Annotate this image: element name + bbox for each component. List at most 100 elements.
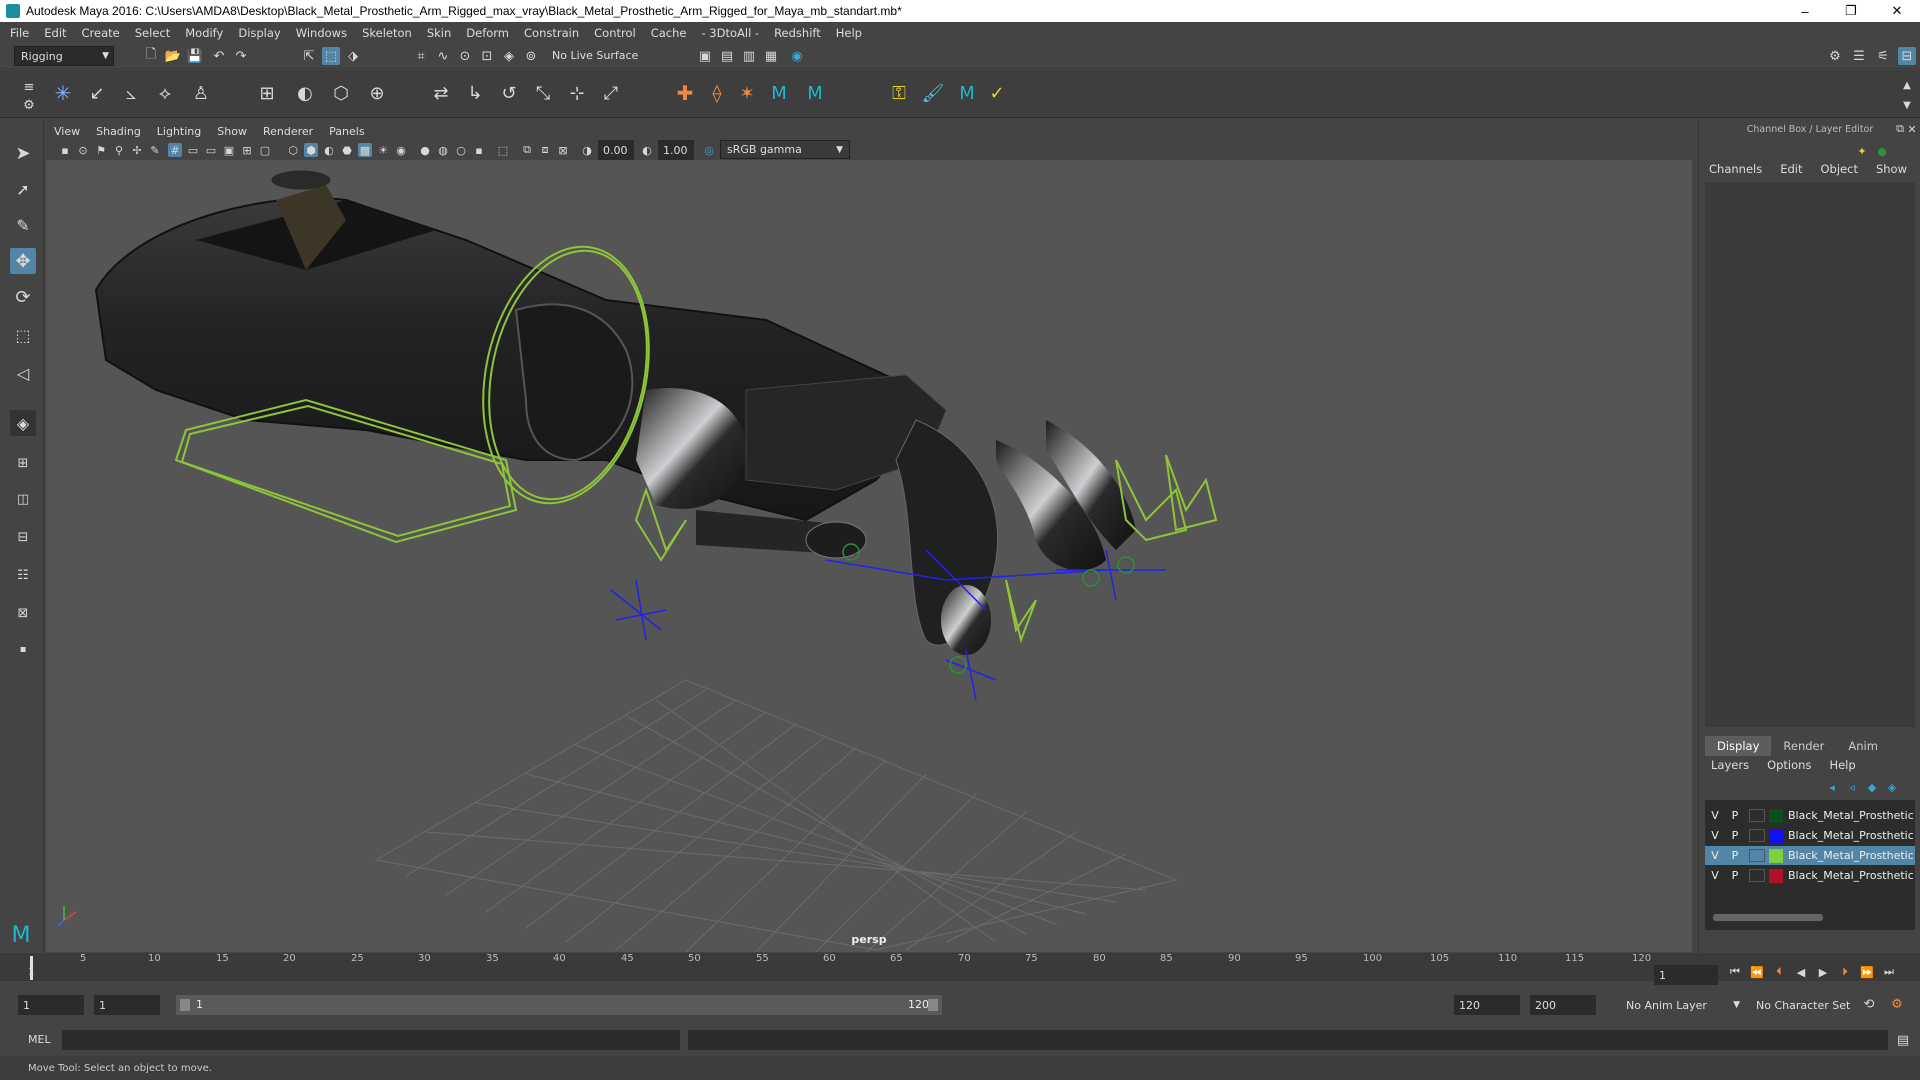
persp-graph-layout-icon[interactable]: ⊟ xyxy=(10,524,36,550)
move-layer-down-icon[interactable]: ◃ xyxy=(1845,780,1859,794)
lasso-tool-icon[interactable]: ➚ xyxy=(12,178,34,200)
layers-menu[interactable]: Layers xyxy=(1711,758,1749,772)
layer-display-type[interactable] xyxy=(1749,829,1765,842)
viewport-menu-lighting[interactable]: Lighting xyxy=(157,125,201,138)
go-to-end-icon[interactable]: ⏭ xyxy=(1882,965,1896,979)
constraint-parent-icon[interactable]: ⇄ xyxy=(432,83,450,104)
channel-box-body[interactable] xyxy=(1705,182,1915,727)
constraint-orient-icon[interactable]: ↺ xyxy=(500,83,518,104)
menu-help[interactable]: Help xyxy=(836,26,862,40)
menu-select[interactable]: Select xyxy=(135,26,170,40)
layer-color-swatch[interactable] xyxy=(1769,808,1783,823)
shelf-settings-icon[interactable]: ⚙ xyxy=(20,96,38,114)
play-forwards-icon[interactable]: ▶ xyxy=(1816,965,1830,979)
two-d-pan-icon[interactable]: ✢ xyxy=(130,143,144,157)
locator-icon[interactable]: ✚ xyxy=(676,81,694,105)
open-scene-icon[interactable]: 📂 xyxy=(164,47,182,65)
range-start-handle[interactable] xyxy=(180,999,190,1011)
depth-of-field-icon[interactable]: ▪ xyxy=(472,143,486,157)
gate-mask-icon[interactable]: ▣ xyxy=(222,143,236,157)
resolution-gate-icon[interactable]: ▭ xyxy=(204,143,218,157)
maya-script-icon[interactable]: M xyxy=(958,83,976,104)
layer-playback[interactable]: P xyxy=(1725,849,1745,862)
live-surface-label[interactable]: No Live Surface xyxy=(552,49,638,62)
layer-playback[interactable]: P xyxy=(1725,829,1745,842)
anti-aliasing-icon[interactable]: ○ xyxy=(454,143,468,157)
menu-windows[interactable]: Windows xyxy=(296,26,347,40)
new-layer-selected-icon[interactable]: ◈ xyxy=(1885,780,1899,794)
cluster-icon[interactable]: ⟠ xyxy=(708,83,726,104)
new-scene-icon[interactable]: 🗋 xyxy=(142,47,160,65)
menu-file[interactable]: File xyxy=(10,26,29,40)
close-panel-icon[interactable]: ✕ xyxy=(1905,122,1919,136)
move-layer-up-icon[interactable]: ◂ xyxy=(1825,780,1839,794)
animation-preferences-icon[interactable]: ⚙ xyxy=(1888,995,1906,1013)
insert-joint-icon[interactable]: ⟡ xyxy=(156,83,174,104)
layer-playback[interactable]: P xyxy=(1725,809,1745,822)
viewport-menu-panels[interactable]: Panels xyxy=(329,125,364,138)
humanik-icon[interactable]: ♙ xyxy=(192,83,210,104)
grid-toggle-icon[interactable]: # xyxy=(168,143,182,157)
channel-box-keyed-icon[interactable]: ● xyxy=(1875,144,1889,158)
textured-icon[interactable]: ▩ xyxy=(358,143,372,157)
grease-pencil-icon[interactable]: ✎ xyxy=(148,143,162,157)
side-by-side-layout-icon[interactable]: ◫ xyxy=(10,486,36,512)
shadows-icon[interactable]: ◉ xyxy=(394,143,408,157)
four-view-layout-icon[interactable]: ⊞ xyxy=(10,450,36,476)
menu-set-dropdown[interactable]: Rigging ▼ xyxy=(14,46,114,66)
end-time-field[interactable]: 200 xyxy=(1530,995,1596,1015)
layer-display-type[interactable] xyxy=(1749,869,1765,882)
joint-orient-icon[interactable]: ✶ xyxy=(738,83,756,104)
time-slider[interactable]: 1 5 10 15 20 25 30 35 40 45 50 55 60 65 … xyxy=(0,953,1920,985)
single-perspective-layout-icon[interactable]: ◈ xyxy=(10,410,36,436)
range-end-handle[interactable] xyxy=(928,999,938,1011)
paint-select-tool-icon[interactable]: ✎ xyxy=(12,214,34,236)
rotate-tool-icon[interactable]: ⟳ xyxy=(12,286,34,308)
use-all-lights-icon[interactable]: ☀ xyxy=(376,143,390,157)
smooth-bind-icon[interactable]: ◐ xyxy=(296,83,314,104)
close-button[interactable]: ✕ xyxy=(1874,0,1920,22)
show-menu[interactable]: Show xyxy=(1876,162,1907,176)
menu-skeleton[interactable]: Skeleton xyxy=(362,26,412,40)
layer-row[interactable]: V P Black_Metal_Prosthetic xyxy=(1705,866,1915,885)
modeling-toolkit-icon[interactable]: ⚙ xyxy=(1826,47,1844,65)
xray-active-icon[interactable]: ⧈ xyxy=(538,143,552,157)
layer-name[interactable]: Black_Metal_Prosthetic xyxy=(1788,829,1914,842)
constraint-aim-icon[interactable]: ⊹ xyxy=(568,83,586,104)
motion-blur-icon[interactable]: ◍ xyxy=(436,143,450,157)
camera-attributes-icon[interactable]: ▪ xyxy=(58,143,72,157)
menu-display[interactable]: Display xyxy=(238,26,280,40)
viewport-menu-shading[interactable]: Shading xyxy=(96,125,141,138)
start-time-field[interactable]: 1 xyxy=(18,995,84,1015)
move-tool-icon[interactable]: ✥ xyxy=(10,248,36,274)
step-forward-frame-icon[interactable]: ⏵ xyxy=(1838,965,1852,979)
render-frame-icon[interactable]: ▣ xyxy=(696,47,714,65)
tab-display[interactable]: Display xyxy=(1705,736,1772,756)
layer-visibility[interactable]: V xyxy=(1705,829,1725,842)
maya-logo-icon[interactable]: M xyxy=(770,83,788,104)
xray-icon[interactable]: ⧉ xyxy=(520,143,534,157)
layer-color-swatch[interactable] xyxy=(1769,848,1783,863)
menu-skin[interactable]: Skin xyxy=(427,26,451,40)
screen-space-ao-icon[interactable]: ● xyxy=(418,143,432,157)
image-plane-icon[interactable]: ⚲ xyxy=(112,143,126,157)
layer-playback[interactable]: P xyxy=(1725,869,1745,882)
layout-options-icon[interactable]: ▪ xyxy=(12,640,34,658)
shelf-scroll-down-icon[interactable]: ▼ xyxy=(1898,96,1916,114)
auto-key-icon[interactable]: ⟲ xyxy=(1860,995,1878,1013)
layer-color-swatch[interactable] xyxy=(1769,828,1783,843)
anim-layer-dropdown[interactable]: No Anim Layer ▼ xyxy=(1620,995,1744,1015)
select-hierarchy-icon[interactable]: ⇱ xyxy=(300,47,318,65)
xray-joints-icon[interactable]: ⊠ xyxy=(556,143,570,157)
menu-edit[interactable]: Edit xyxy=(44,26,66,40)
menu-create[interactable]: Create xyxy=(82,26,120,40)
edit-menu[interactable]: Edit xyxy=(1780,162,1802,176)
snap-view-icon[interactable]: ⊡ xyxy=(478,47,496,65)
menu-3dtoall[interactable]: - 3DtoAll - xyxy=(701,26,759,40)
layer-name[interactable]: Black_Metal_Prosthetic xyxy=(1788,849,1914,862)
menu-modify[interactable]: Modify xyxy=(185,26,223,40)
constraint-point-icon[interactable]: ↳ xyxy=(466,83,484,104)
layer-visibility[interactable]: V xyxy=(1705,849,1725,862)
viewport-menu-show[interactable]: Show xyxy=(217,125,247,138)
tool-settings-icon[interactable]: ⚟ xyxy=(1874,47,1892,65)
